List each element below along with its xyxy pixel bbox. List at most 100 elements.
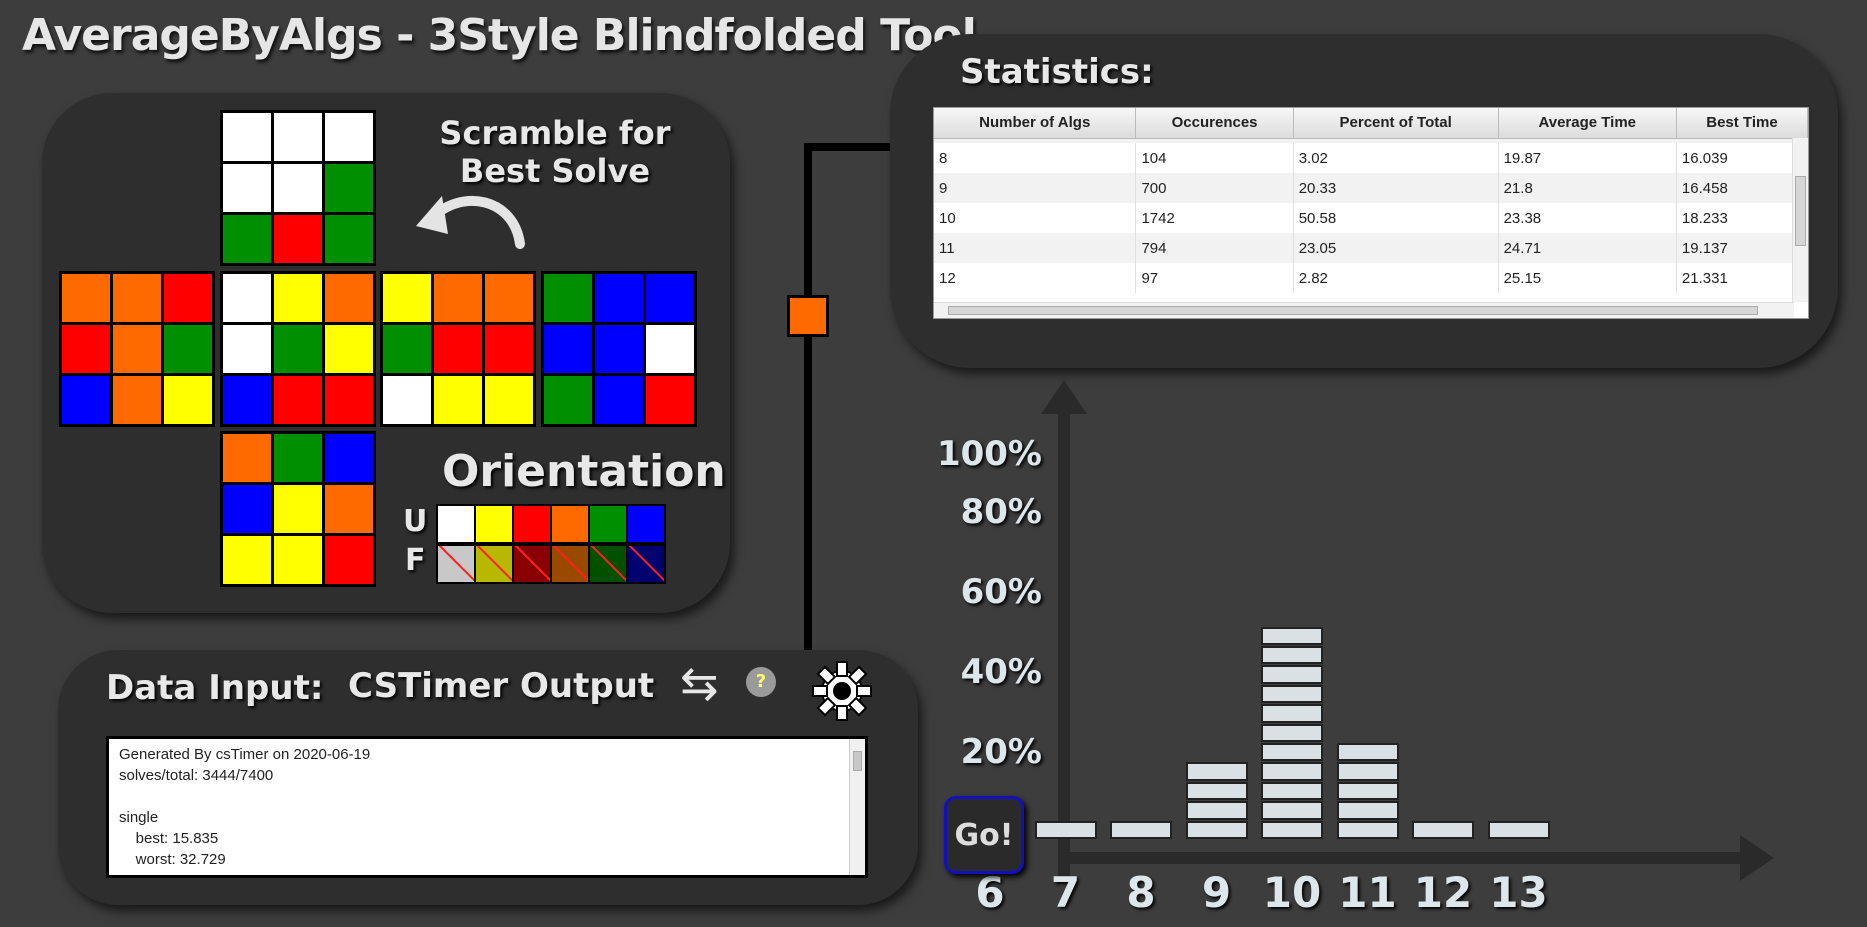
column-header-0[interactable]: Number of Algs bbox=[934, 108, 1137, 139]
bar-10-segment bbox=[1261, 781, 1323, 801]
table-cell: 9 bbox=[934, 173, 1137, 203]
x-tick-label: 9 bbox=[1201, 868, 1232, 917]
y-tick-label: 80% bbox=[960, 492, 1042, 532]
sticker-front-1 bbox=[274, 274, 322, 322]
settings-gear-icon[interactable] bbox=[811, 660, 873, 722]
table-cell: 24.71 bbox=[1498, 233, 1677, 263]
table-cell: 21.331 bbox=[1676, 263, 1808, 293]
x-tick-label: 11 bbox=[1338, 868, 1397, 917]
bar-7-segment bbox=[1034, 820, 1097, 839]
bar-9-segment bbox=[1185, 820, 1248, 839]
orientation-u-option-3[interactable] bbox=[552, 506, 588, 542]
table-cell: 104 bbox=[1135, 143, 1294, 173]
sticker-down-3 bbox=[223, 485, 271, 533]
orientation-f-option-5[interactable] bbox=[628, 546, 664, 582]
orientation-f-option-4[interactable] bbox=[590, 546, 626, 582]
sticker-left-1 bbox=[113, 274, 161, 322]
column-header-2[interactable]: Percent of Total bbox=[1293, 108, 1499, 139]
statistics-table-container: Number of Algs Occurences Percent of Total… bbox=[933, 107, 1809, 319]
orientation-u-option-5[interactable] bbox=[628, 506, 664, 542]
column-header-4[interactable]: Best Time bbox=[1676, 108, 1808, 139]
sticker-back-4 bbox=[595, 325, 643, 373]
sticker-down-2 bbox=[325, 434, 373, 482]
table-horizontal-scrollbar[interactable] bbox=[934, 302, 1794, 318]
sticker-back-5 bbox=[646, 325, 694, 373]
sticker-back-0 bbox=[544, 274, 592, 322]
statistics-body: 8 104 3.02 19.87 16.039 9 700 20.33 21.8 16.458 10… bbox=[934, 138, 1808, 293]
sticker-down-7 bbox=[274, 536, 322, 584]
statistics-label: Statistics: bbox=[960, 52, 1154, 92]
orientation-f-option-2[interactable] bbox=[514, 546, 550, 582]
table-cell: 97 bbox=[1135, 263, 1294, 293]
sticker-front-3 bbox=[223, 325, 271, 373]
sticker-left-5 bbox=[164, 325, 212, 373]
bar-11-segment bbox=[1336, 743, 1399, 762]
orientation-u-option-4[interactable] bbox=[590, 506, 626, 542]
sticker-left-3 bbox=[62, 325, 110, 373]
bar-12-segment bbox=[1412, 820, 1474, 839]
sticker-back-1 bbox=[595, 274, 643, 322]
table-row[interactable]: 12 97 2.82 25.15 21.331 bbox=[934, 263, 1808, 293]
table-cell: 1742 bbox=[1135, 203, 1294, 233]
go-button[interactable]: Go! bbox=[944, 796, 1024, 874]
bar-9-segment bbox=[1185, 801, 1248, 820]
data-source-label[interactable]: CSTimer Output bbox=[348, 666, 654, 706]
orientation-u-option-1[interactable] bbox=[476, 506, 512, 542]
column-header-3[interactable]: Average Time bbox=[1498, 108, 1677, 139]
x-tick-label: 6 bbox=[975, 868, 1005, 917]
table-cell: 10 bbox=[934, 203, 1137, 233]
sticker-down-4 bbox=[274, 485, 322, 533]
cube-face-up bbox=[220, 110, 376, 266]
sticker-up-1 bbox=[274, 113, 322, 161]
x-tick-label: 7 bbox=[1050, 868, 1081, 917]
orientation-f-option-1[interactable] bbox=[476, 546, 512, 582]
bar-10-segment bbox=[1261, 723, 1323, 742]
x-tick-label: 8 bbox=[1126, 868, 1156, 917]
table-cell: 23.38 bbox=[1498, 203, 1677, 233]
table-cell: 12 bbox=[934, 263, 1137, 293]
bar-10-segment bbox=[1261, 820, 1323, 839]
sticker-right-4 bbox=[434, 325, 482, 373]
table-vertical-scrollbar[interactable] bbox=[1792, 138, 1808, 302]
statistics-table: Number of Algs Occurences Percent of Total… bbox=[934, 108, 1808, 293]
swap-arrows-icon[interactable]: ⇆ bbox=[680, 660, 719, 706]
sticker-down-0 bbox=[223, 434, 271, 482]
cube-face-down bbox=[220, 431, 376, 587]
bar-11-segment bbox=[1336, 781, 1399, 801]
data-input-label: Data Input: bbox=[106, 668, 324, 708]
cube-face-back bbox=[541, 271, 697, 427]
sticker-left-0 bbox=[62, 274, 110, 322]
sticker-right-6 bbox=[383, 376, 431, 424]
orientation-u-option-2[interactable] bbox=[514, 506, 550, 542]
table-row[interactable]: 11 794 23.05 24.71 19.137 bbox=[934, 233, 1808, 263]
table-row[interactable]: 8 104 3.02 19.87 16.039 bbox=[934, 143, 1808, 173]
textarea-scrollbar[interactable] bbox=[849, 739, 865, 875]
column-header-1[interactable]: Occurences bbox=[1135, 108, 1294, 139]
table-cell: 50.58 bbox=[1293, 203, 1499, 233]
bar-11-segment bbox=[1336, 820, 1399, 839]
table-cell: 18.233 bbox=[1676, 203, 1808, 233]
table-cell: 25.15 bbox=[1498, 263, 1677, 293]
help-icon[interactable]: ? bbox=[746, 667, 776, 697]
orientation-row-label-u: U bbox=[403, 504, 428, 539]
table-row[interactable]: 9 700 20.33 21.8 16.458 bbox=[934, 173, 1808, 203]
cube-face-right bbox=[380, 271, 536, 427]
sticker-back-7 bbox=[595, 376, 643, 424]
orientation-u-option-0[interactable] bbox=[438, 506, 474, 542]
table-row[interactable]: 10 1742 50.58 23.38 18.233 bbox=[934, 203, 1808, 233]
data-input-textarea[interactable]: Generated By csTimer on 2020-06-19 solve… bbox=[109, 739, 849, 875]
undo-arrow-icon bbox=[416, 196, 525, 249]
table-cell: 23.05 bbox=[1293, 233, 1499, 263]
sticker-left-6 bbox=[62, 376, 110, 424]
bar-10-segment bbox=[1261, 684, 1323, 704]
table-cell: 700 bbox=[1135, 173, 1294, 203]
bar-10-segment bbox=[1261, 626, 1323, 645]
y-tick-label: 60% bbox=[960, 572, 1042, 612]
sticker-down-8 bbox=[325, 536, 373, 584]
orientation-f-option-0[interactable] bbox=[438, 546, 474, 582]
orientation-f-option-3[interactable] bbox=[552, 546, 588, 582]
bar-10-segment bbox=[1261, 801, 1323, 820]
sticker-right-7 bbox=[434, 376, 482, 424]
table-cell: 20.33 bbox=[1293, 173, 1499, 203]
sticker-up-3 bbox=[223, 164, 271, 212]
